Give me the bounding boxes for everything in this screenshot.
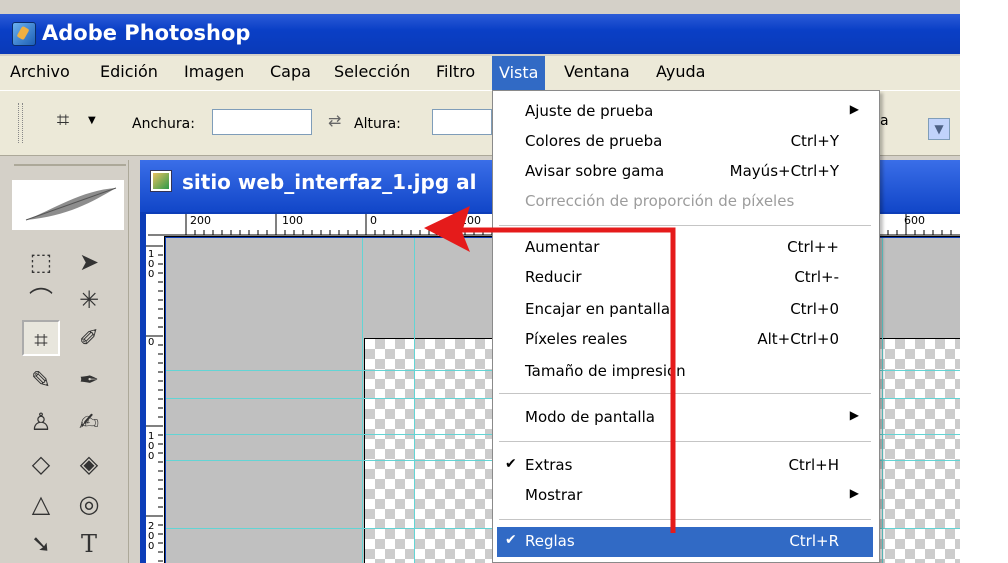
menu-item-avisar-sobre-gama[interactable]: Avisar sobre gama Mayús+Ctrl+Y bbox=[497, 157, 873, 187]
vertical-guide[interactable] bbox=[414, 238, 415, 563]
toolbar-grip[interactable] bbox=[18, 103, 23, 143]
view-menu-dropdown: Ajuste de prueba ▶ Colores de prueba Ctr… bbox=[492, 90, 880, 563]
hruler-tick-label: 600 bbox=[904, 214, 925, 227]
submenu-arrow-icon: ▶ bbox=[849, 102, 859, 116]
lasso-tool-icon[interactable]: ⌒ bbox=[22, 282, 60, 318]
menu-archivo[interactable]: Archivo bbox=[10, 62, 70, 81]
vruler-tick-label: 100 bbox=[148, 249, 155, 280]
menu-ventana[interactable]: Ventana bbox=[564, 62, 630, 81]
checkmark-icon: ✔ bbox=[505, 532, 517, 548]
menu-separator bbox=[499, 519, 871, 520]
paint-bucket-tool-icon[interactable]: ◈ bbox=[70, 446, 108, 482]
hruler-tick-label: 200 bbox=[190, 214, 211, 227]
hruler-tick-label: 100 bbox=[282, 214, 303, 227]
height-input[interactable] bbox=[432, 109, 492, 135]
photoshop-logo-icon bbox=[12, 22, 36, 46]
slice-tool-icon[interactable]: ✐ bbox=[70, 320, 108, 356]
feather-logo-icon bbox=[12, 180, 124, 230]
menu-separator bbox=[499, 441, 871, 442]
options-trailing-text: a bbox=[880, 113, 889, 129]
hruler-tick-label: 100 bbox=[460, 214, 481, 227]
menu-item-colores-de-prueba[interactable]: Colores de prueba Ctrl+Y bbox=[497, 127, 873, 157]
combo-dropdown-icon[interactable]: ▼ bbox=[928, 118, 950, 140]
move-tool-icon[interactable]: ➤ bbox=[70, 244, 108, 280]
magic-wand-tool-icon[interactable]: ✳ bbox=[70, 282, 108, 318]
menu-separator bbox=[499, 393, 871, 394]
submenu-arrow-icon: ▶ bbox=[849, 408, 859, 422]
clone-stamp-tool-icon[interactable]: ♙ bbox=[22, 404, 60, 440]
submenu-arrow-icon: ▶ bbox=[849, 486, 859, 500]
menu-separator bbox=[499, 225, 871, 226]
height-label: Altura: bbox=[354, 116, 401, 132]
toolbox-grip[interactable] bbox=[14, 164, 126, 166]
healing-brush-tool-icon[interactable]: ✎ bbox=[22, 362, 60, 398]
brush-tool-icon[interactable]: ✒ bbox=[70, 362, 108, 398]
type-tool-icon[interactable]: T bbox=[70, 526, 108, 562]
menu-item-correccion-proporcion-pixeles: Corrección de proporción de píxeles bbox=[525, 192, 795, 210]
photoshop-window: Adobe Photoshop Archivo Edición Imagen C… bbox=[0, 0, 960, 563]
menu-bar: Archivo Edición Imagen Capa Selección Fi… bbox=[0, 56, 960, 90]
hruler-tick-label: 0 bbox=[370, 214, 377, 227]
vertical-guide[interactable] bbox=[882, 238, 883, 563]
menu-imagen[interactable]: Imagen bbox=[184, 62, 244, 81]
menu-item-modo-de-pantalla[interactable]: Modo de pantalla ▶ bbox=[497, 403, 873, 433]
width-label: Anchura: bbox=[132, 116, 195, 132]
width-input[interactable] bbox=[212, 109, 312, 135]
menu-item-extras[interactable]: ✔ Extras Ctrl+H bbox=[497, 451, 873, 481]
menu-item-encajar-en-pantalla[interactable]: Encajar en pantalla Ctrl+0 bbox=[497, 295, 873, 325]
swap-icon[interactable]: ⇄ bbox=[328, 111, 341, 130]
document-title: sitio web_interfaz_1.jpg al bbox=[182, 170, 477, 194]
menu-item-ajuste-de-prueba[interactable]: Ajuste de prueba ▶ bbox=[497, 97, 873, 127]
menu-item-pixeles-reales[interactable]: Píxeles reales Alt+Ctrl+0 bbox=[497, 325, 873, 355]
vruler-tick-label: 100 bbox=[148, 431, 155, 462]
marquee-tool-icon[interactable]: ⬚ bbox=[22, 244, 60, 280]
image-file-icon bbox=[150, 170, 172, 192]
menu-capa[interactable]: Capa bbox=[270, 62, 311, 81]
vruler-tick-label: 0 bbox=[148, 337, 155, 348]
vertical-ruler[interactable]: 100 0 100 200 bbox=[146, 236, 165, 563]
app-title: Adobe Photoshop bbox=[42, 21, 251, 45]
menu-item-tamano-de-impresion[interactable]: Tamaño de impresión bbox=[497, 357, 873, 387]
blur-tool-icon[interactable]: △ bbox=[22, 486, 60, 522]
menu-ayuda[interactable]: Ayuda bbox=[656, 62, 705, 81]
history-brush-tool-icon[interactable]: ✍ bbox=[70, 404, 108, 440]
path-selection-tool-icon[interactable]: ➘ bbox=[22, 526, 60, 562]
menu-item-mostrar[interactable]: Mostrar ▶ bbox=[497, 481, 873, 511]
menu-filtro[interactable]: Filtro bbox=[436, 62, 475, 81]
eraser-tool-icon[interactable]: ◇ bbox=[22, 446, 60, 482]
menu-vista[interactable]: Vista bbox=[492, 56, 546, 90]
vertical-guide[interactable] bbox=[362, 238, 363, 563]
title-bar: Adobe Photoshop bbox=[0, 14, 960, 54]
chevron-down-icon[interactable]: ▼ bbox=[88, 115, 96, 126]
vruler-tick-label: 200 bbox=[148, 521, 155, 552]
menu-item-aumentar[interactable]: Aumentar Ctrl++ bbox=[497, 233, 873, 263]
menu-seleccion[interactable]: Selección bbox=[334, 62, 410, 81]
menu-item-reducir[interactable]: Reducir Ctrl+- bbox=[497, 263, 873, 293]
crop-tool-icon[interactable]: ⌗ bbox=[22, 320, 60, 356]
menu-edicion[interactable]: Edición bbox=[100, 62, 158, 81]
crop-tool-preset-icon[interactable]: ⌗ bbox=[44, 103, 82, 139]
dodge-tool-icon[interactable]: ◎ bbox=[70, 486, 108, 522]
checkmark-icon: ✔ bbox=[505, 456, 517, 472]
menu-item-reglas[interactable]: ✔ Reglas Ctrl+R bbox=[497, 527, 873, 557]
